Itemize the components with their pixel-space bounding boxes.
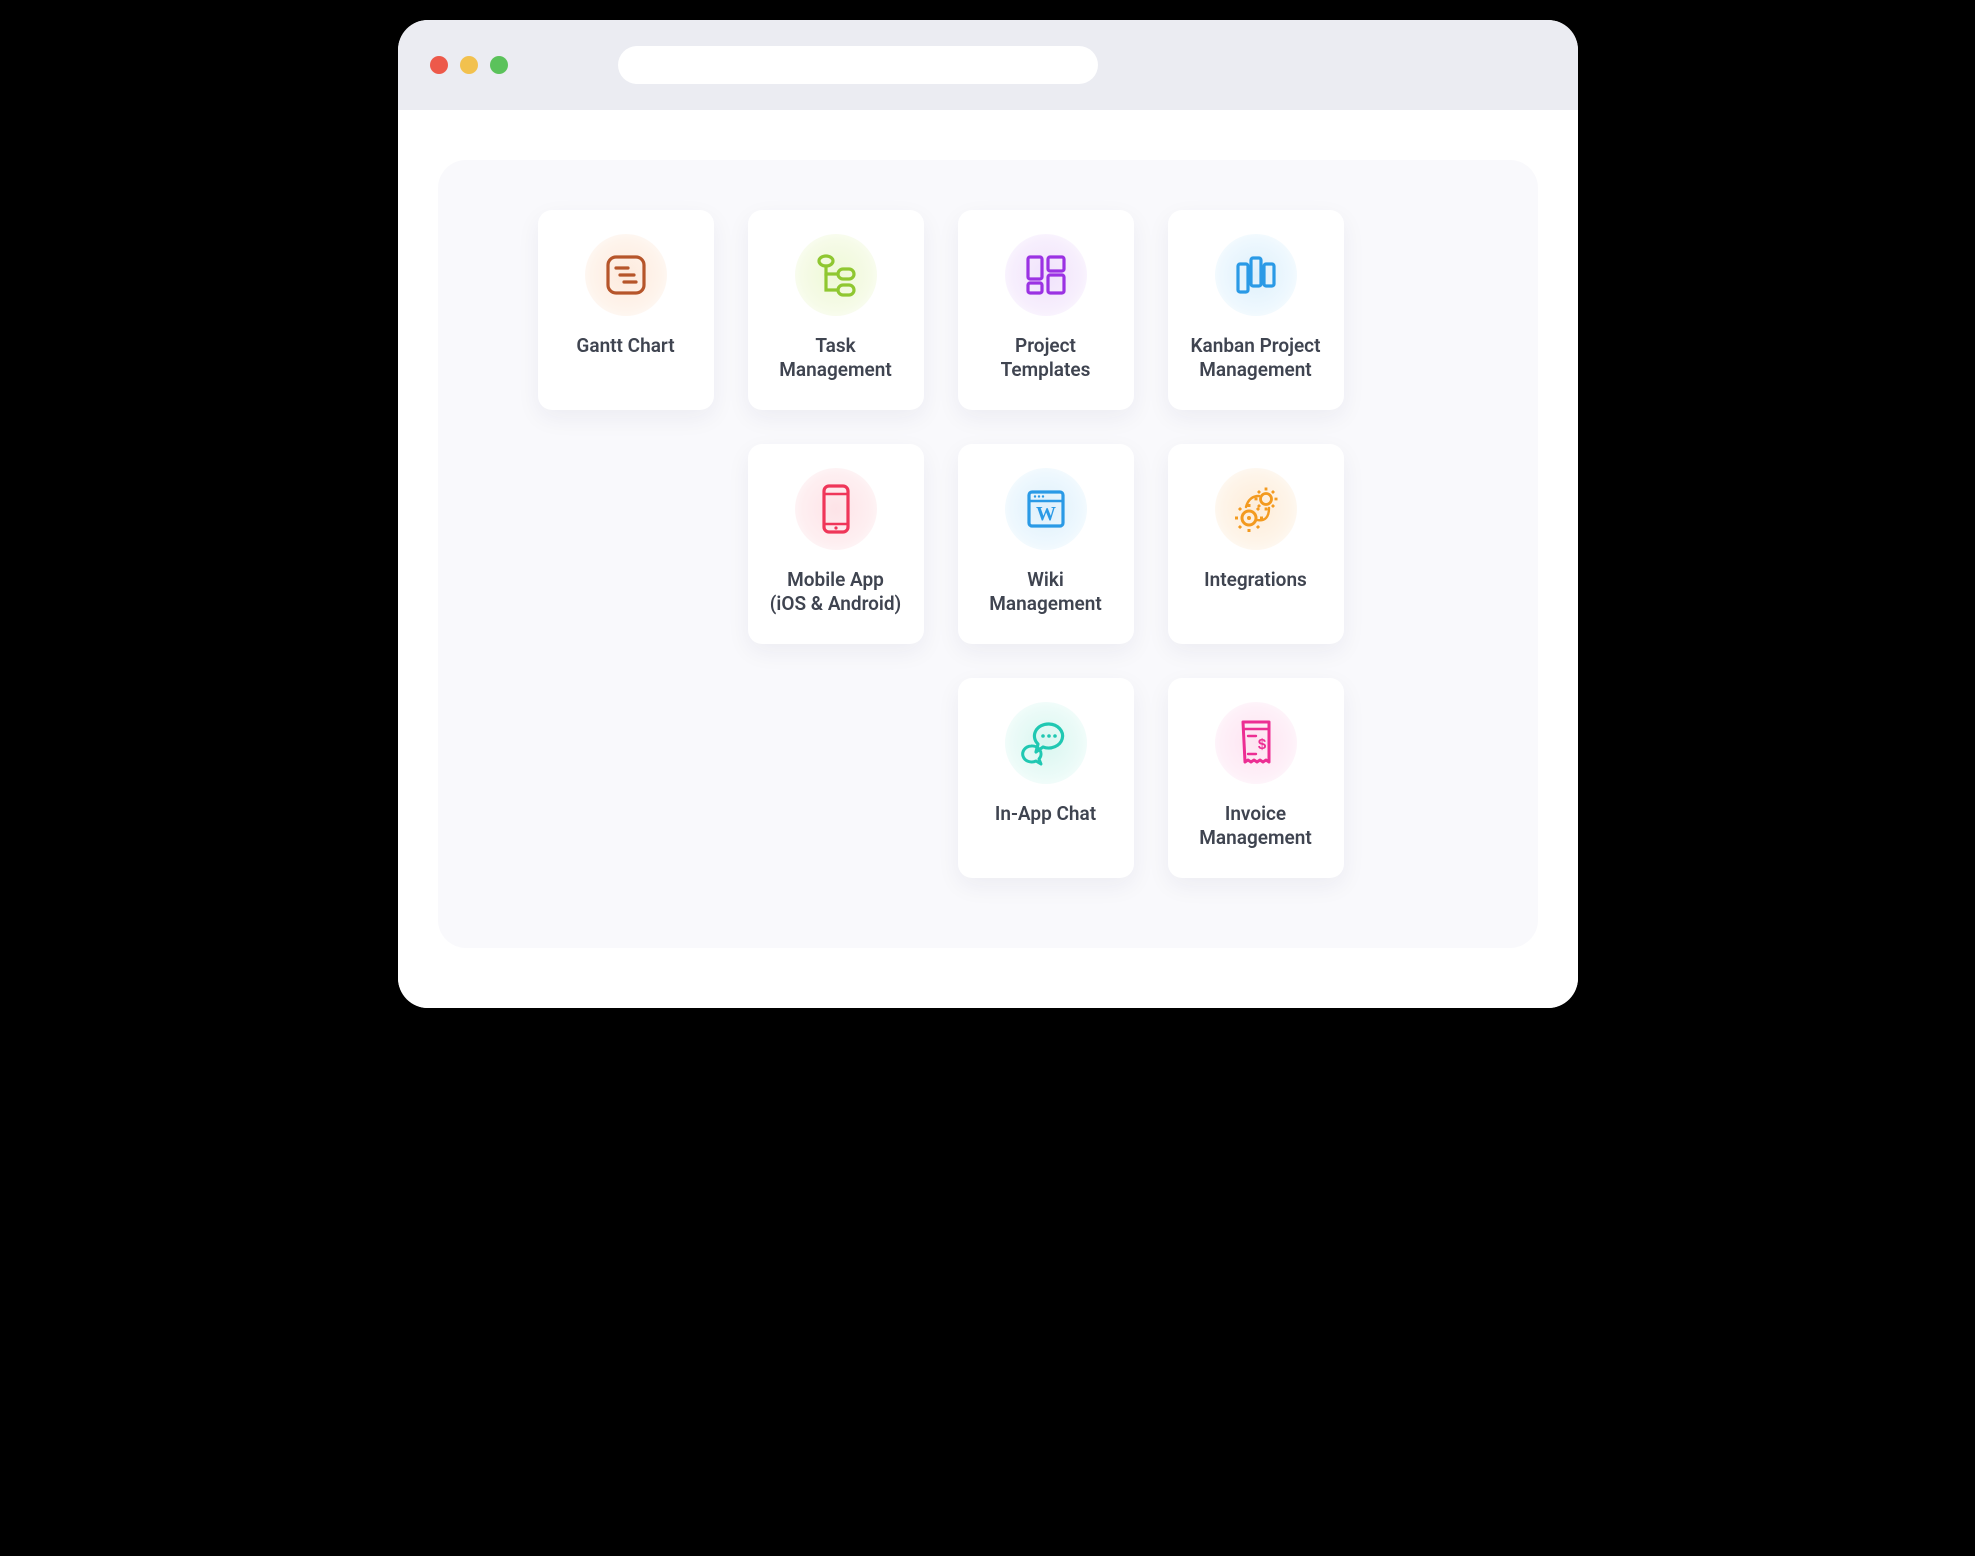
- feature-panel: Gantt Chart TaskManagement: [438, 160, 1538, 948]
- templates-grid-icon: [1005, 234, 1087, 316]
- gantt-icon: [585, 234, 667, 316]
- feature-card-invoice[interactable]: $ InvoiceManagement: [1168, 678, 1344, 878]
- kanban-columns-icon: [1215, 234, 1297, 316]
- feature-card-wiki[interactable]: W WikiManagement: [958, 444, 1134, 644]
- address-bar[interactable]: [618, 46, 1098, 84]
- invoice-receipt-icon: $: [1215, 702, 1297, 784]
- feature-card-integrations[interactable]: Integrations: [1168, 444, 1344, 644]
- feature-label: Kanban ProjectManagement: [1191, 334, 1321, 382]
- window-minimize-button[interactable]: [460, 56, 478, 74]
- feature-card-chat[interactable]: In-App Chat: [958, 678, 1134, 878]
- feature-card-task[interactable]: TaskManagement: [748, 210, 924, 410]
- feature-card-gantt[interactable]: Gantt Chart: [538, 210, 714, 410]
- feature-card-kanban[interactable]: Kanban ProjectManagement: [1168, 210, 1344, 410]
- traffic-lights: [430, 56, 508, 74]
- feature-label: Integrations: [1204, 568, 1307, 592]
- title-bar: [398, 20, 1578, 110]
- feature-card-mobile[interactable]: Mobile App(iOS & Android): [748, 444, 924, 644]
- task-tree-icon: [795, 234, 877, 316]
- svg-text:$: $: [1257, 736, 1266, 753]
- feature-label: ProjectTemplates: [1001, 334, 1091, 382]
- feature-label: TaskManagement: [779, 334, 891, 382]
- feature-label: In-App Chat: [995, 802, 1096, 826]
- feature-card-templates[interactable]: ProjectTemplates: [958, 210, 1134, 410]
- integrations-gears-icon: [1215, 468, 1297, 550]
- feature-grid: Gantt Chart TaskManagement: [538, 210, 1438, 878]
- browser-window: Gantt Chart TaskManagement: [398, 20, 1578, 1008]
- chat-bubble-icon: [1005, 702, 1087, 784]
- feature-label: Gantt Chart: [576, 334, 674, 358]
- window-maximize-button[interactable]: [490, 56, 508, 74]
- mobile-phone-icon: [795, 468, 877, 550]
- window-close-button[interactable]: [430, 56, 448, 74]
- content-area: Gantt Chart TaskManagement: [398, 110, 1578, 1008]
- feature-label: InvoiceManagement: [1199, 802, 1311, 850]
- feature-label: Mobile App(iOS & Android): [770, 568, 901, 616]
- wiki-page-icon: W: [1005, 468, 1087, 550]
- svg-text:W: W: [1036, 503, 1056, 525]
- feature-label: WikiManagement: [989, 568, 1101, 616]
